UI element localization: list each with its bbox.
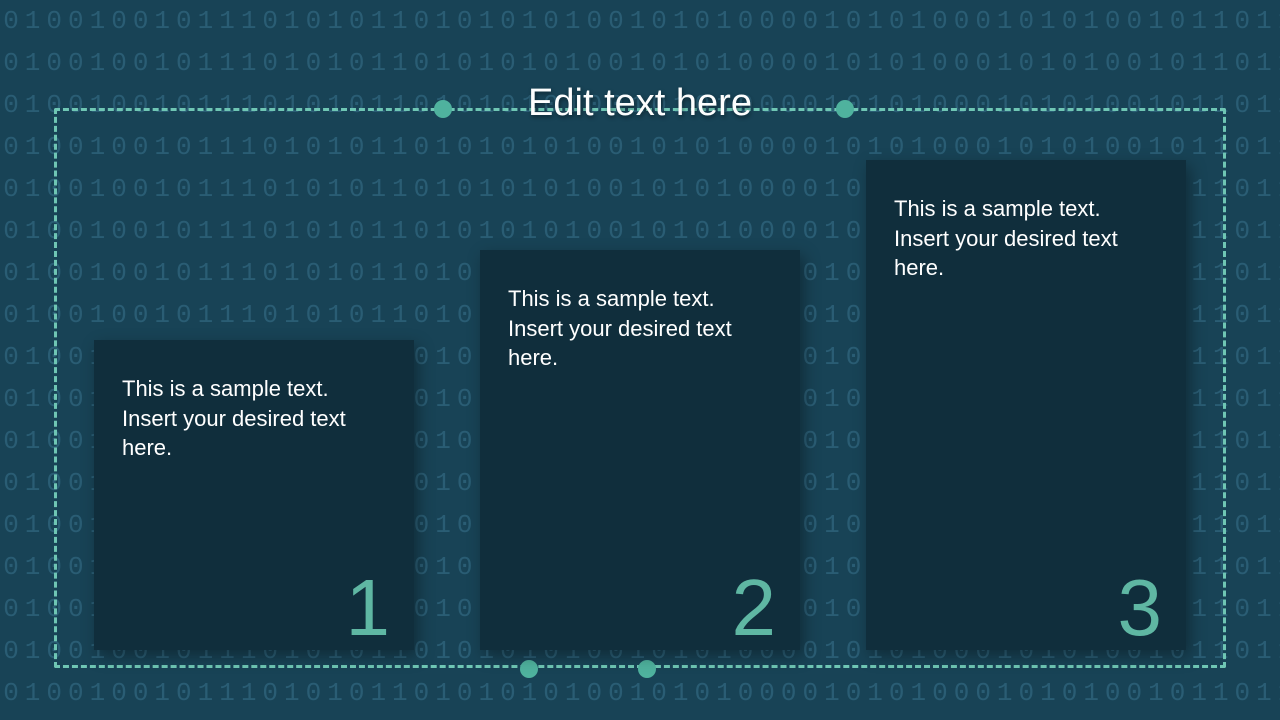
card-text[interactable]: This is a sample text. Insert your desir…	[508, 284, 772, 373]
card-text[interactable]: This is a sample text. Insert your desir…	[122, 374, 386, 463]
card-1[interactable]: This is a sample text. Insert your desir…	[94, 340, 414, 650]
card-text[interactable]: This is a sample text. Insert your desir…	[894, 194, 1158, 283]
card-number: 2	[732, 562, 777, 654]
card-3[interactable]: This is a sample text. Insert your desir…	[866, 160, 1186, 650]
cards-container: This is a sample text. Insert your desir…	[94, 120, 1186, 650]
slide-title[interactable]: Edit text here	[0, 82, 1280, 125]
card-number: 3	[1118, 562, 1163, 654]
frame-dot-bottom-right	[638, 660, 656, 678]
frame-dot-bottom-left	[520, 660, 538, 678]
card-number: 1	[346, 562, 391, 654]
card-2[interactable]: This is a sample text. Insert your desir…	[480, 250, 800, 650]
